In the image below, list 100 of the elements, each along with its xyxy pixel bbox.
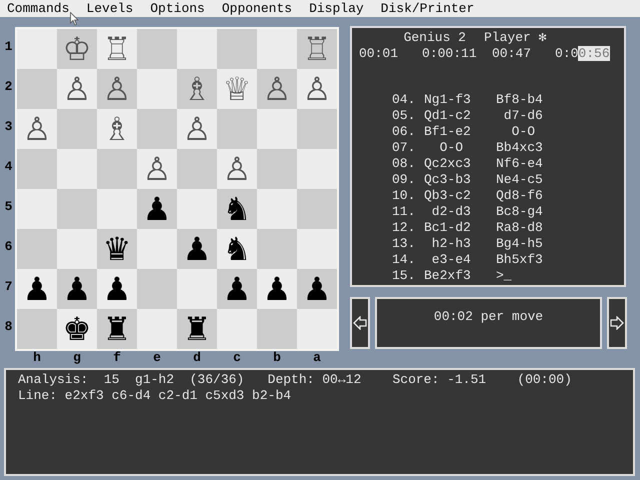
board-square[interactable]: [177, 189, 217, 229]
board-square[interactable]: [17, 309, 57, 349]
previous-button[interactable]: [350, 297, 370, 349]
board-square[interactable]: [57, 109, 97, 149]
chess-piece: ♟: [302, 271, 332, 307]
board-square[interactable]: [217, 109, 257, 149]
board-square[interactable]: [17, 69, 57, 109]
board-square[interactable]: [137, 69, 177, 109]
rank-label: 5: [4, 198, 12, 216]
board-square[interactable]: ♙: [257, 69, 297, 109]
board-square[interactable]: ♕: [217, 69, 257, 109]
board-square[interactable]: ♙: [97, 69, 137, 109]
menu-item[interactable]: Disk/Printer: [380, 0, 474, 17]
move-number: 07.: [392, 140, 416, 156]
board-square[interactable]: ♗: [177, 69, 217, 109]
board-square[interactable]: [57, 149, 97, 189]
move-number: 12.: [392, 220, 416, 236]
chess-piece: ♙: [222, 151, 252, 187]
board-square[interactable]: ♖: [97, 29, 137, 69]
chess-piece: ♔: [62, 31, 92, 67]
first-move: Bc1-d2: [424, 220, 472, 236]
time-control-display: 00:02 per move: [375, 297, 602, 349]
board-square[interactable]: ♟: [17, 269, 57, 309]
menu-item[interactable]: Options: [150, 0, 205, 17]
board-square[interactable]: [177, 269, 217, 309]
chess-piece: ♟: [102, 271, 132, 307]
board-square[interactable]: [257, 309, 297, 349]
board-square[interactable]: [257, 109, 297, 149]
board-square[interactable]: ♙: [217, 149, 257, 189]
board-square[interactable]: [137, 229, 177, 269]
board-square[interactable]: ♖: [297, 29, 337, 69]
board-square[interactable]: ♟: [97, 269, 137, 309]
board-square[interactable]: ♙: [17, 109, 57, 149]
move-number: 14.: [392, 252, 416, 268]
board-square[interactable]: [57, 189, 97, 229]
board-square[interactable]: [257, 149, 297, 189]
board-square[interactable]: [177, 29, 217, 69]
board-square[interactable]: [17, 149, 57, 189]
board-square[interactable]: ♟: [57, 269, 97, 309]
board-square[interactable]: ♙: [137, 149, 177, 189]
menu-item[interactable]: Display: [309, 0, 364, 17]
move-number: 15.: [392, 268, 416, 284]
board-square[interactable]: [137, 109, 177, 149]
chess-piece: ♞: [222, 231, 252, 267]
move-time: 00:01: [359, 46, 398, 62]
board-square[interactable]: [297, 109, 337, 149]
board-square[interactable]: [297, 149, 337, 189]
board-square[interactable]: [17, 229, 57, 269]
board-square[interactable]: [97, 149, 137, 189]
board-square[interactable]: ♞: [217, 229, 257, 269]
board-square[interactable]: [297, 189, 337, 229]
next-button[interactable]: [607, 297, 627, 349]
board-square[interactable]: ♛: [97, 229, 137, 269]
board-square[interactable]: [177, 149, 217, 189]
board-square[interactable]: ♟: [297, 269, 337, 309]
board-square[interactable]: [297, 309, 337, 349]
rank-label: 7: [4, 278, 12, 296]
board-square[interactable]: ♟: [137, 189, 177, 229]
board-square[interactable]: [97, 189, 137, 229]
board-square[interactable]: [257, 189, 297, 229]
reply-move: Bc8-g4: [496, 204, 543, 220]
board-square[interactable]: [17, 189, 57, 229]
file-label: c: [233, 351, 241, 365]
move-number: 05.: [392, 108, 416, 124]
board-square[interactable]: ♟: [177, 229, 217, 269]
board-square[interactable]: ♜: [97, 309, 137, 349]
first-move: h2-h3: [430, 236, 472, 252]
board-square[interactable]: [297, 229, 337, 269]
menu-item[interactable]: Commands: [7, 0, 70, 17]
board-square[interactable]: ♔: [57, 29, 97, 69]
chess-piece: ♙: [102, 71, 132, 107]
board-square[interactable]: ♚: [57, 309, 97, 349]
board-square[interactable]: [137, 29, 177, 69]
board-square[interactable]: [57, 229, 97, 269]
rank-label: 3: [4, 118, 12, 136]
menu-item[interactable]: Levels: [86, 0, 134, 17]
board-square[interactable]: [17, 29, 57, 69]
board-square[interactable]: [257, 29, 297, 69]
board-square[interactable]: ♙: [297, 69, 337, 109]
board-square[interactable]: ♜: [177, 309, 217, 349]
rank-label: 1: [4, 38, 12, 56]
board-square[interactable]: [217, 29, 257, 69]
board-square[interactable]: [217, 309, 257, 349]
move-number: 08.: [392, 156, 416, 172]
total-time: 0:00:11: [422, 46, 477, 62]
file-label: g: [73, 351, 81, 365]
board-square[interactable]: ♗: [97, 109, 137, 149]
board-square[interactable]: ♟: [217, 269, 257, 309]
board-square[interactable]: [257, 229, 297, 269]
menu-item[interactable]: Opponents: [222, 0, 292, 17]
board-square[interactable]: ♙: [177, 109, 217, 149]
board-square[interactable]: ♙: [57, 69, 97, 109]
reply-move: Bh5xf3: [496, 252, 543, 268]
board-square[interactable]: ♟: [257, 269, 297, 309]
board-square[interactable]: ♞: [217, 189, 257, 229]
move-number: 11.: [392, 204, 416, 220]
reply-move: Bb4xc3: [496, 140, 543, 156]
board-square[interactable]: [137, 309, 177, 349]
board-square[interactable]: [137, 269, 177, 309]
chess-piece: ♟: [62, 271, 92, 307]
